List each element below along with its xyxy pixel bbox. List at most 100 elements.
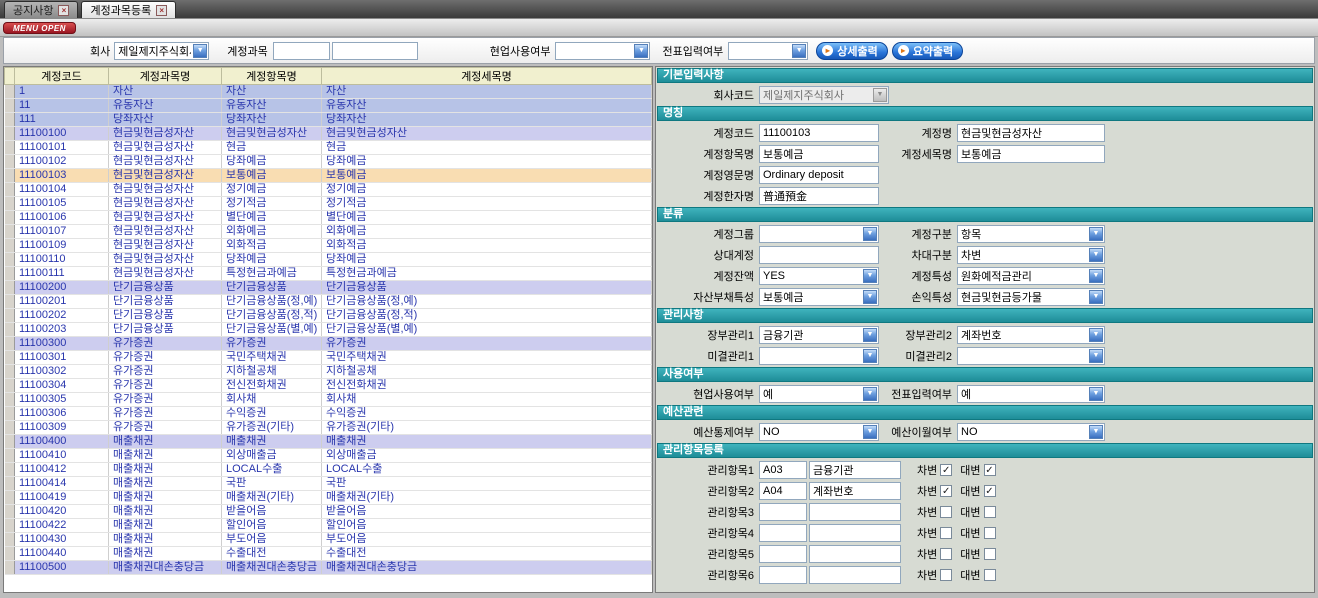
table-row[interactable]: 1자산자산자산 [5,85,652,99]
company-code-select[interactable]: 제일제지주식회사 ▼ [759,86,889,104]
english-name-input[interactable] [759,166,879,184]
mgmt-item-code-input[interactable] [759,503,807,521]
table-row[interactable]: 11100420매출채권받을어음받을어음 [5,505,652,519]
debit-credit-division-select[interactable]: 차변 ▼ [957,246,1105,264]
row-selector-gutter[interactable] [5,365,15,379]
credit-checkbox[interactable]: ✓ [984,464,996,476]
counter-account-input[interactable] [759,246,879,264]
profit-loss-select[interactable]: 현금및현금등가물 ▼ [957,288,1105,306]
row-selector-gutter[interactable] [5,309,15,323]
table-row[interactable]: 11100422매출채권할인어음할인어음 [5,519,652,533]
tab-close-icon[interactable]: × [58,5,69,16]
book-mgmt2-select[interactable]: 계좌번호 ▼ [957,326,1105,344]
table-row[interactable]: 11100202단기금융상품단기금융상품(정,적)단기금융상품(정,적) [5,309,652,323]
account-code-filter-input[interactable] [273,42,330,60]
slip-entry-select[interactable]: 예 ▼ [957,385,1105,403]
debit-checkbox[interactable] [940,569,952,581]
mgmt-item-code-input[interactable] [759,482,807,500]
credit-checkbox[interactable] [984,506,996,518]
mgmt-item-code-input[interactable] [759,524,807,542]
field-use-select[interactable]: 예 ▼ [759,385,879,403]
table-row[interactable]: 11100419매출채권매출채권(기타)매출채권(기타) [5,491,652,505]
table-row[interactable]: 11100400매출채권매출채권매출채권 [5,435,652,449]
row-selector-gutter[interactable] [5,491,15,505]
row-selector-gutter[interactable] [5,407,15,421]
budget-control-select[interactable]: NO ▼ [759,423,879,441]
row-selector-gutter[interactable] [5,155,15,169]
detail-name-input[interactable] [957,145,1105,163]
row-selector-gutter[interactable] [5,197,15,211]
table-row[interactable]: 11100301유가증권국민주택채권국민주택채권 [5,351,652,365]
row-selector-gutter[interactable] [5,421,15,435]
table-row[interactable]: 11100440매출채권수출대전수출대전 [5,547,652,561]
mgmt-item-name-input[interactable] [809,566,901,584]
debit-checkbox[interactable] [940,527,952,539]
row-selector-gutter[interactable] [5,141,15,155]
summary-print-button[interactable]: ▸ 요약출력 [892,42,963,60]
mgmt-item-name-input[interactable] [809,503,901,521]
table-row[interactable]: 11100302유가증권지하철공채지하철공채 [5,365,652,379]
table-row[interactable]: 11100102현금및현금성자산당좌예금당좌예금 [5,155,652,169]
debit-checkbox[interactable]: ✓ [940,464,952,476]
row-selector-gutter[interactable] [5,127,15,141]
mgmt-item-code-input[interactable] [759,566,807,584]
open-mgmt1-select[interactable]: ▼ [759,347,879,365]
table-row[interactable]: 11100106현금및현금성자산별단예금별단예금 [5,211,652,225]
mgmt-item-name-input[interactable] [809,482,901,500]
row-selector-gutter[interactable] [5,505,15,519]
mgmt-item-name-input[interactable] [809,524,901,542]
menu-open-button[interactable]: MENU OPEN [3,22,76,34]
mgmt-item-code-input[interactable] [759,545,807,563]
row-selector-gutter[interactable] [5,323,15,337]
table-row[interactable]: 111당좌자산당좌자산당좌자산 [5,113,652,127]
table-row[interactable]: 11100107현금및현금성자산외화예금외화예금 [5,225,652,239]
table-row[interactable]: 11100201단기금융상품단기금융상품(정,예)단기금융상품(정,예) [5,295,652,309]
budget-carryover-select[interactable]: NO ▼ [957,423,1105,441]
account-balance-select[interactable]: YES ▼ [759,267,879,285]
row-selector-gutter[interactable] [5,533,15,547]
debit-checkbox[interactable]: ✓ [940,485,952,497]
mgmt-item-name-input[interactable] [809,545,901,563]
account-code-input[interactable] [759,124,879,142]
table-row[interactable]: 11유동자산유동자산유동자산 [5,99,652,113]
row-selector-gutter[interactable] [5,85,15,99]
tab-notice[interactable]: 공지사항 × [4,1,78,18]
table-row[interactable]: 11100104현금및현금성자산정기예금정기예금 [5,183,652,197]
table-row[interactable]: 11100305유가증권회사채회사채 [5,393,652,407]
row-selector-gutter[interactable] [5,239,15,253]
row-selector-gutter[interactable] [5,435,15,449]
table-row[interactable]: 11100410매출채권외상매출금외상매출금 [5,449,652,463]
table-row[interactable]: 11100200단기금융상품단기금융상품단기금융상품 [5,281,652,295]
account-name-input[interactable] [957,124,1105,142]
table-row[interactable]: 11100300유가증권유가증권유가증권 [5,337,652,351]
table-row[interactable]: 11100500매출채권대손충당금매출채권대손충당금매출채권대손충당금 [5,561,652,575]
table-row[interactable]: 11100105현금및현금성자산정기적금정기적금 [5,197,652,211]
row-selector-gutter[interactable] [5,183,15,197]
credit-checkbox[interactable] [984,548,996,560]
table-row[interactable]: 11100309유가증권유가증권(기타)유가증권(기타) [5,421,652,435]
table-row[interactable]: 11100103현금및현금성자산보통예금보통예금 [5,169,652,183]
open-mgmt2-select[interactable]: ▼ [957,347,1105,365]
row-selector-gutter[interactable] [5,379,15,393]
table-row[interactable]: 11100430매출채권부도어음부도어음 [5,533,652,547]
account-name-filter-input[interactable] [332,42,418,60]
table-row[interactable]: 11100109현금및현금성자산외화적금외화적금 [5,239,652,253]
mgmt-item-name-input[interactable] [809,461,901,479]
row-selector-gutter[interactable] [5,463,15,477]
asset-liability-select[interactable]: 보통예금 ▼ [759,288,879,306]
tab-close-icon[interactable]: × [156,5,167,16]
table-row[interactable]: 11100203단기금융상품단기금융상품(별,예)단기금융상품(별,예) [5,323,652,337]
row-selector-gutter[interactable] [5,449,15,463]
row-selector-gutter[interactable] [5,267,15,281]
row-selector-gutter[interactable] [5,253,15,267]
row-selector-gutter[interactable] [5,477,15,491]
row-selector-gutter[interactable] [5,519,15,533]
row-selector-gutter[interactable] [5,547,15,561]
row-selector-gutter[interactable] [5,393,15,407]
row-selector-gutter[interactable] [5,169,15,183]
row-selector-gutter[interactable] [5,211,15,225]
company-select[interactable]: 제일제지주식회사 ▼ [114,42,209,60]
account-trait-select[interactable]: 원화예적금관리 ▼ [957,267,1105,285]
debit-checkbox[interactable] [940,506,952,518]
book-mgmt1-select[interactable]: 금융기관 ▼ [759,326,879,344]
